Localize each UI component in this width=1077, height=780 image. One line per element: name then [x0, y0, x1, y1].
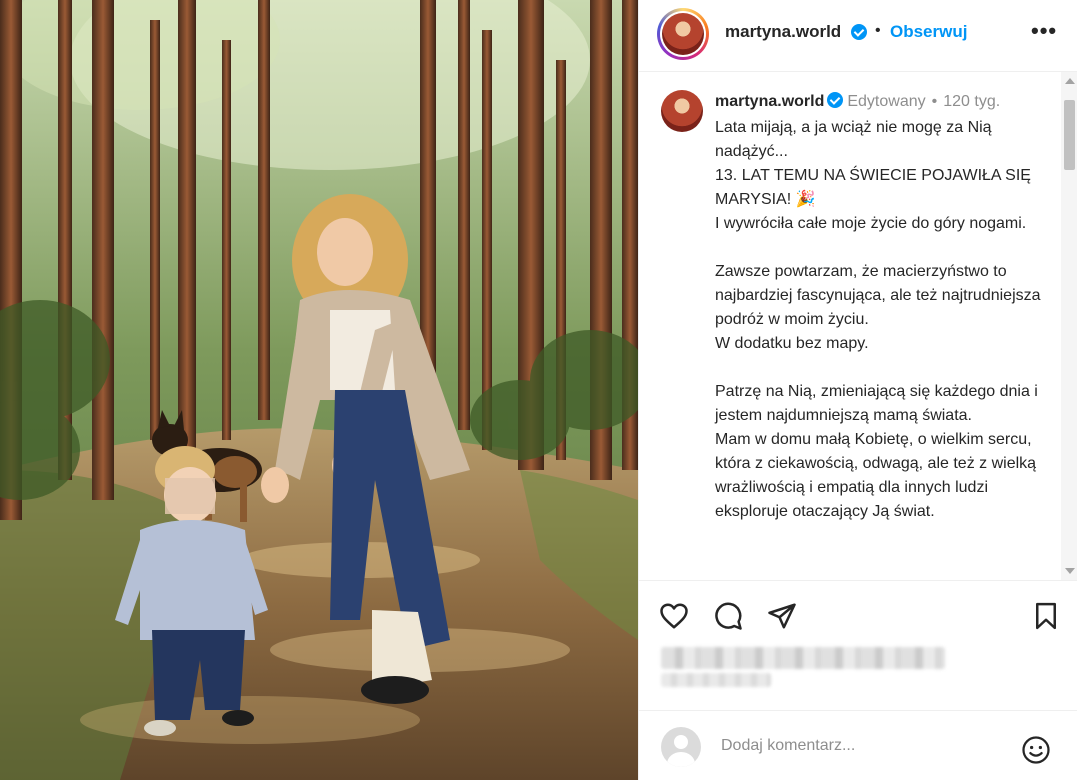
caption-scroll-area[interactable]: martyna.world Edytowany • 120 tyg. Lata mij… [639, 72, 1077, 580]
comment-icon[interactable] [713, 601, 743, 631]
verified-badge-icon [851, 24, 867, 40]
more-options-icon[interactable]: ••• [1031, 18, 1057, 44]
caption-paragraph: Lata mijają, a ja wciąż nie mogę za Nią … [715, 119, 997, 160]
likes-blurred [661, 647, 945, 669]
caption-paragraph: 13. LAT TEMU NA ŚWIECIE POJAWIŁA SIĘ MAR… [715, 167, 1036, 208]
verified-badge-icon [827, 92, 844, 108]
paper-plane-icon[interactable] [767, 601, 797, 631]
caption-paragraph: I wywróciła całe moje życie do góry noga… [715, 215, 1027, 232]
caption-header: martyna.world Edytowany • 120 tyg. [715, 92, 1000, 111]
caption-paragraph [715, 236, 1045, 260]
scrollbar-thumb[interactable] [1064, 100, 1075, 170]
caption-paragraph: Mam w domu małą Kobietę, o wielkim sercu… [715, 431, 1041, 520]
avatar[interactable] [662, 13, 704, 55]
caption-paragraph: Patrzę na Nią, zmieniającą się każdego d… [715, 383, 1043, 424]
caption-separator: • [931, 93, 938, 110]
post-photo[interactable] [0, 0, 638, 780]
caption-paragraph: Zawsze powtarzam, że macierzyństwo to na… [715, 263, 1045, 328]
header-dot: • [875, 22, 881, 39]
post-actions [639, 580, 1077, 700]
user-avatar [661, 727, 701, 767]
caption-username[interactable]: martyna.world [715, 93, 824, 110]
follow-button[interactable]: Obserwuj [890, 22, 967, 42]
scroll-up-arrow-icon[interactable] [1065, 78, 1075, 84]
forest-scene [0, 0, 638, 780]
post-sidebar: martyna.world • Obserwuj ••• martyna.wor… [638, 0, 1077, 780]
caption-paragraph: W dodatku bez mapy. [715, 335, 869, 352]
caption-avatar[interactable] [661, 90, 703, 132]
post-header: martyna.world • Obserwuj ••• [639, 0, 1077, 72]
caption-scrollbar[interactable] [1061, 72, 1077, 580]
story-ring[interactable] [657, 8, 709, 60]
smiley-icon[interactable] [1021, 735, 1051, 765]
caption-paragraph [715, 356, 1045, 380]
scroll-down-arrow-icon[interactable] [1065, 568, 1075, 574]
edited-label: Edytowany [847, 93, 926, 110]
heart-icon[interactable] [659, 601, 689, 631]
header-username[interactable]: martyna.world [725, 22, 841, 42]
post-time[interactable]: 120 tyg. [943, 93, 1000, 110]
date-blurred [661, 673, 771, 687]
comment-bar [639, 710, 1077, 780]
comment-input[interactable] [721, 737, 1001, 755]
caption-text: Lata mijają, a ja wciąż nie mogę za Nią … [715, 116, 1045, 524]
bookmark-icon[interactable] [1031, 601, 1061, 631]
